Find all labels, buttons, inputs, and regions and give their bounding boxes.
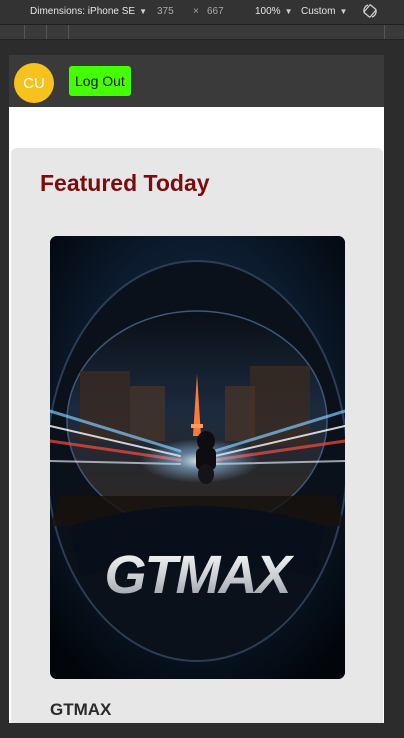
width-field[interactable]: 375 [157, 6, 174, 17]
chevron-down-icon: ▼ [139, 7, 147, 16]
rotate-icon[interactable] [362, 3, 378, 19]
chevron-down-icon: ▼ [339, 7, 348, 16]
logout-button[interactable]: Log Out [69, 66, 131, 96]
device-viewport: CU Log Out Featured Today GTMAX GTMAX [9, 55, 384, 723]
product-name: GTMAX [50, 700, 112, 719]
poster-logo: GTMAX [105, 545, 295, 605]
height-field[interactable]: 667 [207, 6, 224, 17]
zoom-select[interactable]: 100% ▼ [255, 6, 293, 17]
featured-section: Featured Today GTMAX GTMAX [11, 148, 383, 723]
poster-artwork: GTMAX [50, 236, 345, 679]
header-spacer [9, 107, 384, 147]
zoom-label: 100% [255, 6, 281, 17]
app-header: CU Log Out [9, 55, 384, 107]
media-query-ruler [0, 25, 404, 40]
throttle-label: Custom [301, 6, 336, 17]
product-poster[interactable]: GTMAX [50, 236, 345, 679]
throttle-select[interactable]: Custom ▼ [301, 6, 347, 17]
device-select[interactable]: Dimensions: iPhone SE ▼ [30, 6, 147, 17]
featured-title: Featured Today [40, 170, 210, 196]
devtools-device-toolbar: Dimensions: iPhone SE ▼ 375 × 667 100% ▼ C… [0, 0, 404, 25]
times-sign: × [193, 6, 199, 17]
device-label: Dimensions: iPhone SE [30, 6, 136, 17]
avatar[interactable]: CU [14, 63, 54, 103]
chevron-down-icon: ▼ [284, 7, 293, 16]
